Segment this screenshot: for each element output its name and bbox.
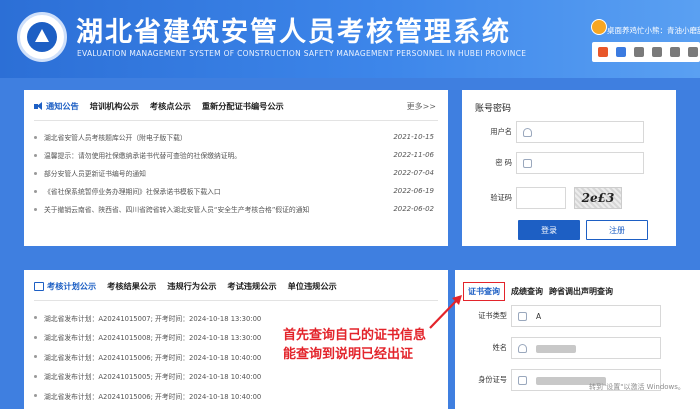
document-icon (34, 282, 44, 291)
annotation-text: 首先查询自己的证书信息 能查询到说明已经出证 (283, 326, 426, 364)
bullet-icon (34, 207, 37, 211)
tab-notice[interactable]: 通知公告 (34, 100, 79, 112)
notice-list: 湖北省安管人员考核题库公开（附电子版下载） 2021-10-15 温馨提示：请勿使… (34, 128, 438, 218)
notice-tabs: 通知公告 培训机构公示 考核点公示 重新分配证书编号公示 (34, 100, 284, 112)
password-row: 密 码 (462, 152, 676, 174)
query-tabs: 证书查询 成绩查询 跨省调出声明查询 (463, 282, 613, 301)
tab-training-orgs[interactable]: 培训机构公示 (90, 100, 139, 112)
tab-exam-plan[interactable]: 考核计划公示 (34, 280, 96, 292)
captcha-row: 验证码 2e£3 (462, 187, 676, 209)
speaker-icon (34, 102, 44, 111)
site-logo (17, 12, 67, 62)
list-item[interactable]: 湖北省发布计划：A20241015005; 开考时间：2024-10-18 10… (34, 367, 438, 387)
punctuation-icon[interactable] (616, 47, 626, 57)
site-subtitle: EVALUATION MANAGEMENT SYSTEM OF CONSTRUC… (77, 49, 527, 58)
user-icon (523, 128, 532, 137)
annotation-line-2: 能查询到说明已经出证 (283, 347, 414, 362)
tab-exam-results[interactable]: 考核结果公示 (107, 280, 156, 292)
tab-reassign-cert[interactable]: 重新分配证书编号公示 (202, 100, 284, 112)
mascot-icon[interactable] (591, 19, 607, 35)
id-label: 身份证号 (478, 375, 507, 384)
input-method-toolbar[interactable] (592, 42, 700, 62)
bullet-icon (34, 335, 37, 339)
list-item[interactable]: 《省社保系统暂停业务办理期间》社保承诺书模板下载入口 2022-06-19 (34, 182, 438, 200)
divider (34, 300, 438, 301)
bullet-icon (34, 135, 37, 139)
cert-type-select[interactable]: A (511, 305, 661, 327)
logo-emblem (27, 22, 57, 52)
cert-type-row: 证书类型 A (455, 305, 661, 327)
username-input[interactable] (516, 121, 644, 143)
tab-exam-sites[interactable]: 考核点公示 (150, 100, 191, 112)
list-item[interactable]: 湖北省发布计划：A20241015006; 开考时间：2024-10-18 10… (34, 386, 438, 406)
bullet-icon (34, 316, 37, 320)
tab-score-query[interactable]: 成绩查询 (511, 286, 543, 297)
bullet-icon (34, 394, 37, 398)
name-input[interactable] (511, 337, 661, 359)
more-link[interactable]: 更多>> (407, 101, 436, 112)
tab-unit-violations[interactable]: 单位违规公示 (288, 280, 337, 292)
list-item[interactable]: 湖北省发布计划：A20241015007; 开考时间：2024-10-18 13… (34, 308, 438, 328)
lock-icon (523, 159, 532, 168)
divider (34, 120, 438, 121)
bullet-icon (34, 153, 37, 157)
captcha-image[interactable]: 2e£3 (574, 187, 622, 209)
windows-activation-watermark: 转到"设置"以激活 Windows。 (589, 383, 685, 391)
redacted-name (536, 345, 576, 353)
select-icon (518, 312, 527, 321)
exam-tabs: 考核计划公示 考核结果公示 违规行为公示 考试违规公示 单位违规公示 (34, 280, 337, 292)
list-item[interactable]: 关于撤销云南省、陕西省、四川省跨省转入湖北安管人员“安全生产考核合格”假证的通知… (34, 200, 438, 218)
username-label: 用户名 (490, 127, 512, 136)
tab-violations[interactable]: 违规行为公示 (167, 280, 216, 292)
user-icon (518, 344, 527, 353)
bullet-icon (34, 189, 37, 193)
list-item[interactable]: 部分安管人员更新证书编号的通知 2022-07-04 (34, 164, 438, 182)
notice-panel: 通知公告 培训机构公示 考核点公示 重新分配证书编号公示 更多>> 湖北省安管人… (24, 90, 448, 246)
site-header: 湖北省建筑安管人员考核管理系统 EVALUATION MANAGEMENT SY… (0, 0, 700, 78)
tab-transfer-query[interactable]: 跨省调出声明查询 (549, 286, 613, 297)
sogou-icon[interactable] (598, 47, 608, 57)
bullet-icon (34, 171, 37, 175)
register-button[interactable]: 注册 (586, 220, 648, 240)
captcha-input[interactable] (516, 187, 566, 209)
captcha-label: 验证码 (490, 193, 512, 202)
mic-icon[interactable] (634, 47, 644, 57)
list-item[interactable]: 湖北省安管人员考核题库公开（附电子版下载） 2021-10-15 (34, 128, 438, 146)
cert-type-label: 证书类型 (478, 311, 507, 320)
tab-exam-violations[interactable]: 考试违规公示 (227, 280, 276, 292)
annotation-line-1: 首先查询自己的证书信息 (283, 328, 427, 343)
login-button[interactable]: 登录 (518, 220, 580, 240)
bullet-icon (34, 374, 37, 378)
username-row: 用户名 (462, 121, 676, 143)
password-label: 密 码 (495, 158, 512, 167)
keyboard-icon[interactable] (652, 47, 662, 57)
name-row: 姓名 (455, 337, 661, 359)
password-input[interactable] (516, 152, 644, 174)
skin-icon[interactable] (670, 47, 680, 57)
logo-triangle-icon (35, 29, 49, 42)
site-title: 湖北省建筑安管人员考核管理系统 (76, 17, 511, 48)
tab-cert-query[interactable]: 证书查询 (463, 282, 505, 301)
name-label: 姓名 (492, 343, 507, 352)
menu-grid-icon[interactable] (688, 47, 698, 57)
login-title: 账号密码 (475, 104, 512, 114)
list-item[interactable]: 温馨提示：请勿使用社保缴纳承诺书代替可查验的社保缴纳证明。 2022-11-06 (34, 146, 438, 164)
bullet-icon (34, 355, 37, 359)
tray-status-text: 桌面养鸡忙小熊：青油小磨甜粥 (607, 26, 700, 35)
id-card-icon (518, 376, 527, 385)
